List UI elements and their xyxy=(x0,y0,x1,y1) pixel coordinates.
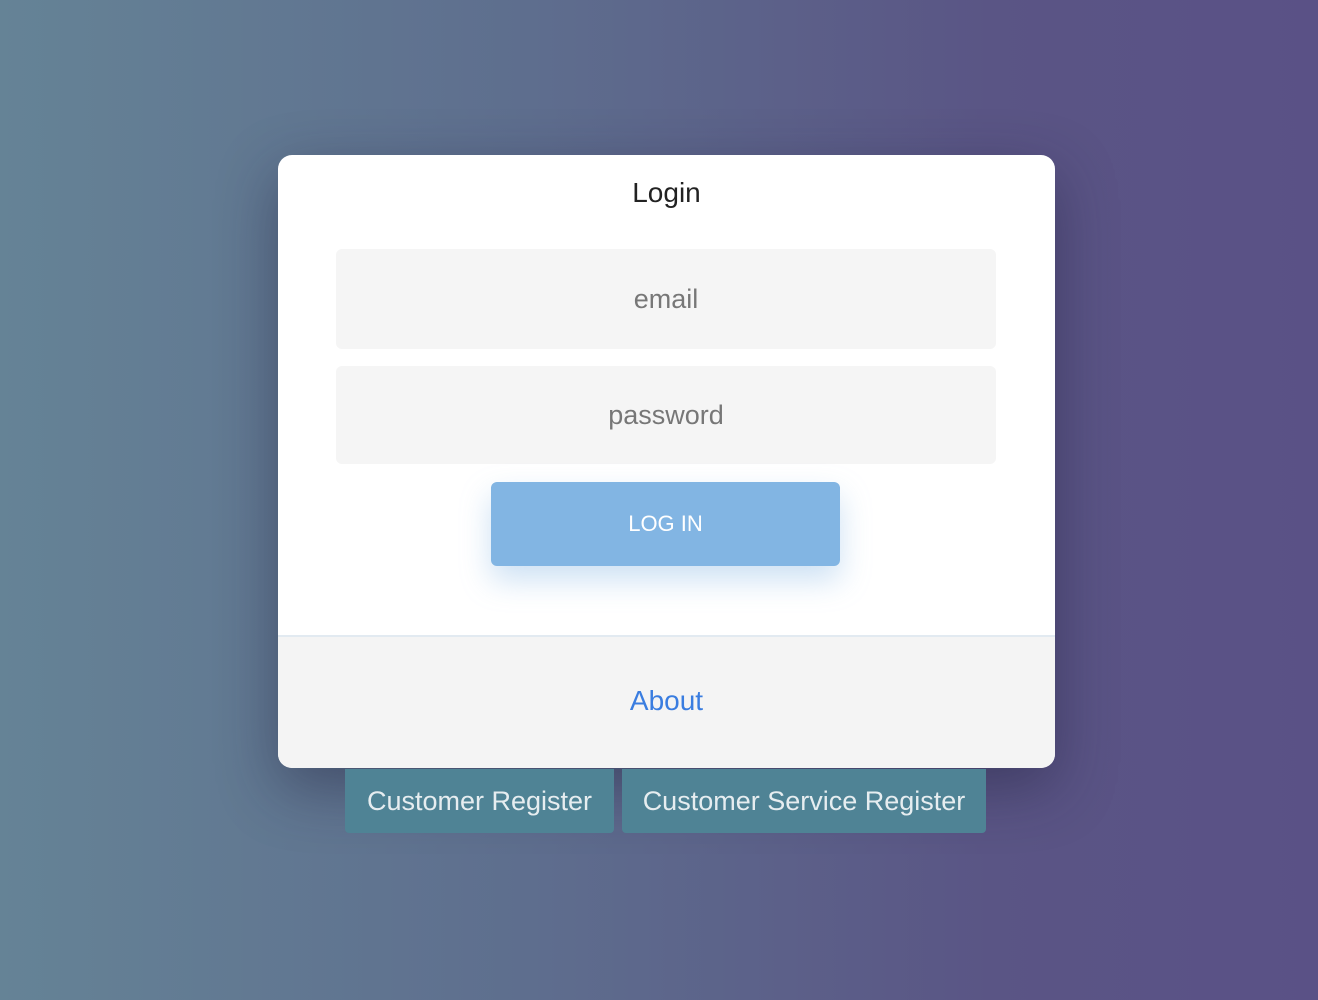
customer-register-button[interactable]: Customer Register xyxy=(345,769,614,833)
password-input[interactable] xyxy=(336,366,996,464)
login-card: Login LOG IN About xyxy=(278,155,1055,768)
card-footer: About xyxy=(278,635,1055,768)
email-input[interactable] xyxy=(336,249,996,349)
about-link[interactable]: About xyxy=(278,685,1055,717)
customer-service-register-button[interactable]: Customer Service Register xyxy=(622,769,986,833)
login-title: Login xyxy=(632,177,701,208)
login-button[interactable]: LOG IN xyxy=(491,482,840,566)
